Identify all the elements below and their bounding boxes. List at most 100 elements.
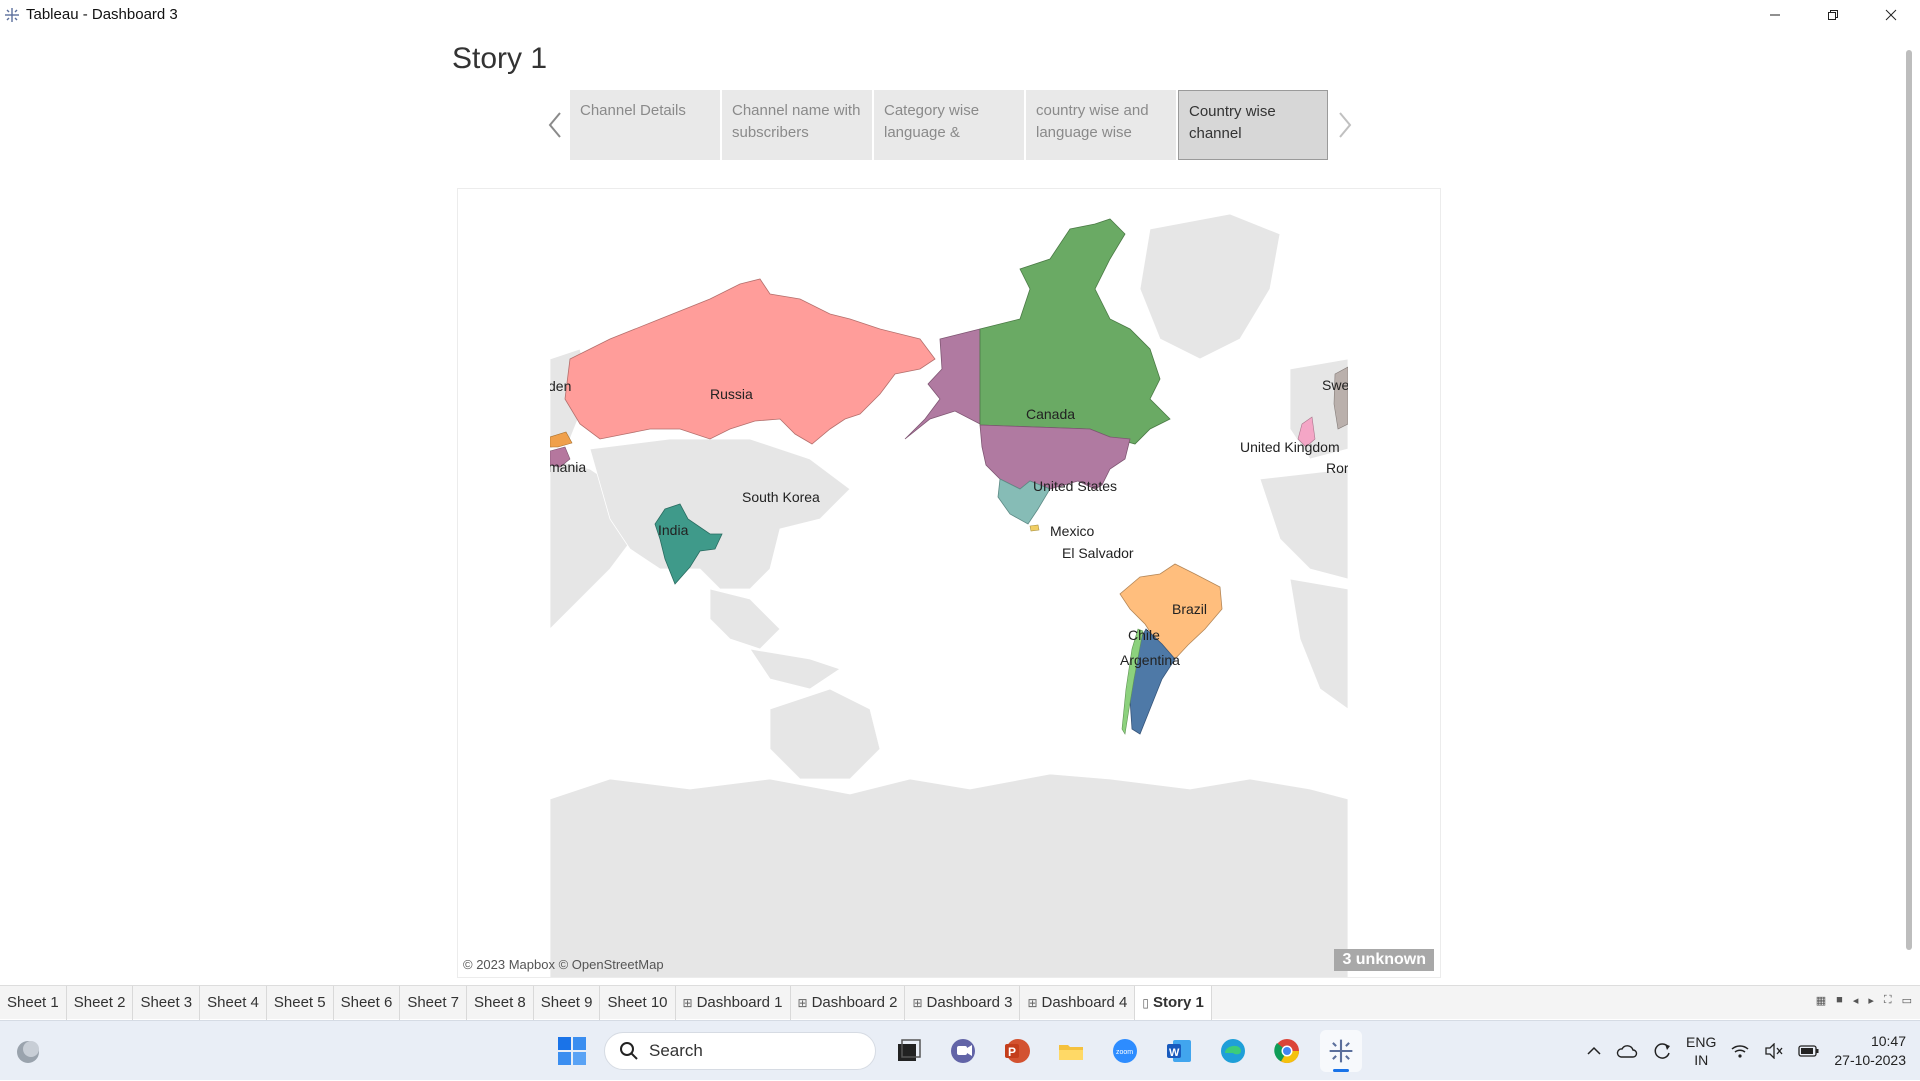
tab-sheet-10[interactable]: Sheet 10 [600, 985, 676, 1020]
system-tray: ENG IN 10:47 27-10-2023 [1586, 1021, 1906, 1081]
tab-label: Dashboard 3 [926, 994, 1013, 1011]
tab-dashboard-1[interactable]: ⊞ Dashboard 1 [676, 985, 791, 1020]
start-button[interactable] [552, 1031, 592, 1071]
label-romania-left: mania [550, 459, 586, 475]
tab-label: Sheet 8 [474, 994, 526, 1011]
filmstrip-view-icon[interactable]: ▦ [1816, 994, 1826, 1007]
word-button[interactable]: W [1158, 1030, 1200, 1072]
scroll-left-icon[interactable]: ◂ [1853, 994, 1859, 1007]
lang-region: IN [1694, 1052, 1709, 1068]
tab-label: Sheet 4 [207, 994, 259, 1011]
label-chile: Chile [1128, 627, 1160, 643]
windows-logo-icon [558, 1037, 586, 1065]
minimize-button[interactable] [1746, 0, 1804, 29]
search-icon [620, 1042, 638, 1060]
tab-story-1[interactable]: ▯ Story 1 [1135, 985, 1212, 1020]
label-sweden-right: Swe [1322, 377, 1348, 393]
story-point-category-language[interactable]: Category wise language & [874, 90, 1024, 160]
restore-button[interactable] [1804, 0, 1862, 29]
map-attribution[interactable]: © 2023 Mapbox © OpenStreetMap [463, 957, 664, 972]
task-view-button[interactable] [888, 1030, 930, 1072]
task-view-icon [898, 1039, 921, 1061]
tab-label: Sheet 10 [607, 994, 668, 1011]
label-romania-right: Ror [1326, 460, 1348, 476]
tab-sheet-4[interactable]: Sheet 4 [200, 985, 267, 1020]
zoom-button[interactable]: zoom [1104, 1030, 1146, 1072]
tabs-view-icon[interactable]: ■ [1836, 994, 1843, 1007]
tab-sheet-7[interactable]: Sheet 7 [400, 985, 468, 1020]
tab-label: Dashboard 2 [811, 994, 898, 1011]
map-viewport[interactable]: Russia Canada United States South Korea … [457, 188, 1441, 978]
tab-sheet-6[interactable]: Sheet 6 [334, 985, 401, 1020]
tab-label: Dashboard 4 [1041, 994, 1128, 1011]
world-map[interactable]: Russia Canada United States South Korea … [550, 189, 1348, 978]
taskbar-apps: Search P zoom W [552, 1030, 1362, 1072]
vertical-scrollbar[interactable] [1906, 50, 1912, 950]
tab-dashboard-4[interactable]: ⊞ Dashboard 4 [1020, 985, 1136, 1020]
edge-button[interactable] [1212, 1030, 1254, 1072]
tab-sheet-9[interactable]: Sheet 9 [534, 985, 601, 1020]
search-label: Search [649, 1041, 703, 1060]
chrome-button[interactable] [1266, 1030, 1308, 1072]
lang-code: ENG [1686, 1034, 1717, 1050]
refresh-icon[interactable] [1652, 1041, 1672, 1061]
tab-label: Dashboard 1 [696, 994, 783, 1011]
tableau-button[interactable] [1320, 1030, 1362, 1072]
edge-icon [1221, 1039, 1245, 1063]
svg-text:W: W [1169, 1047, 1180, 1059]
weather-widget-icon[interactable] [12, 1035, 44, 1067]
input-language[interactable]: ENG IN [1686, 1033, 1716, 1069]
story-point-channel-details[interactable]: Channel Details [570, 90, 720, 160]
chevron-right-icon [1339, 112, 1352, 138]
story-point-country-channel[interactable]: Country wise channel [1178, 90, 1328, 160]
powerpoint-button[interactable]: P [996, 1030, 1038, 1072]
dashboard-icon: ⊞ [912, 995, 923, 1010]
tab-sheet-8[interactable]: Sheet 8 [467, 985, 534, 1020]
tab-dashboard-2[interactable]: ⊞ Dashboard 2 [791, 985, 906, 1020]
tab-label: Sheet 7 [407, 994, 460, 1011]
tab-tools: ▦ ■ ◂ ▸ ⛶ ▭ [1816, 994, 1912, 1007]
story-prev-button[interactable] [540, 90, 570, 160]
label-brazil: Brazil [1172, 601, 1207, 617]
label-united-kingdom: United Kingdom [1240, 439, 1340, 455]
system-clock[interactable]: 10:47 27-10-2023 [1834, 1032, 1906, 1070]
scroll-right-icon[interactable]: ▸ [1868, 994, 1874, 1007]
tab-label: Sheet 1 [7, 994, 59, 1011]
folder-icon [1059, 1045, 1083, 1060]
tab-sheet-2[interactable]: Sheet 2 [67, 985, 134, 1020]
label-united-states: United States [1033, 478, 1117, 494]
svg-text:P: P [1008, 1045, 1016, 1059]
wifi-icon[interactable] [1730, 1043, 1750, 1059]
story-point-channel-name-subscribers[interactable]: Channel name with subscribers [722, 90, 872, 160]
label-india: India [658, 522, 689, 538]
country-el-salvador[interactable] [1029, 524, 1040, 532]
battery-icon[interactable] [1798, 1044, 1820, 1058]
file-explorer-button[interactable] [1050, 1030, 1092, 1072]
story-icon: ▯ [1142, 995, 1150, 1010]
taskbar-search[interactable]: Search [604, 1032, 876, 1070]
tab-sheet-5[interactable]: Sheet 5 [267, 985, 334, 1020]
close-icon [1885, 9, 1897, 20]
dashboard-icon: ⊞ [682, 995, 693, 1010]
teams-button[interactable] [942, 1030, 984, 1072]
presentation-icon[interactable]: ▭ [1902, 994, 1912, 1007]
tab-sheet-3[interactable]: Sheet 3 [133, 985, 201, 1020]
tab-dashboard-3[interactable]: ⊞ Dashboard 3 [905, 985, 1021, 1020]
tab-label: Sheet 6 [340, 994, 393, 1011]
tab-sheet-1[interactable]: Sheet 1 [0, 985, 67, 1020]
story-point-country-language[interactable]: country wise and language wise [1026, 90, 1176, 160]
label-canada: Canada [1026, 406, 1075, 422]
story-next-button[interactable] [1330, 90, 1360, 160]
tab-label: Sheet 2 [73, 994, 126, 1011]
story-navigator: Channel Details Channel name with subscr… [540, 90, 1360, 160]
chrome-icon [1274, 1039, 1299, 1064]
sheet-tab-bar: Sheet 1 Sheet 2 Sheet 3 Sheet 4 Sheet 5 … [0, 985, 1920, 1020]
svg-text:zoom: zoom [1116, 1049, 1133, 1056]
close-button[interactable] [1862, 0, 1920, 29]
chevron-left-icon [548, 112, 561, 138]
fullscreen-icon[interactable]: ⛶ [1884, 994, 1892, 1007]
unknown-locations-badge[interactable]: 3 unknown [1334, 949, 1434, 971]
chevron-up-icon[interactable] [1586, 1043, 1602, 1059]
volume-muted-icon[interactable] [1764, 1043, 1784, 1059]
cloud-sync-icon[interactable] [1616, 1042, 1638, 1060]
